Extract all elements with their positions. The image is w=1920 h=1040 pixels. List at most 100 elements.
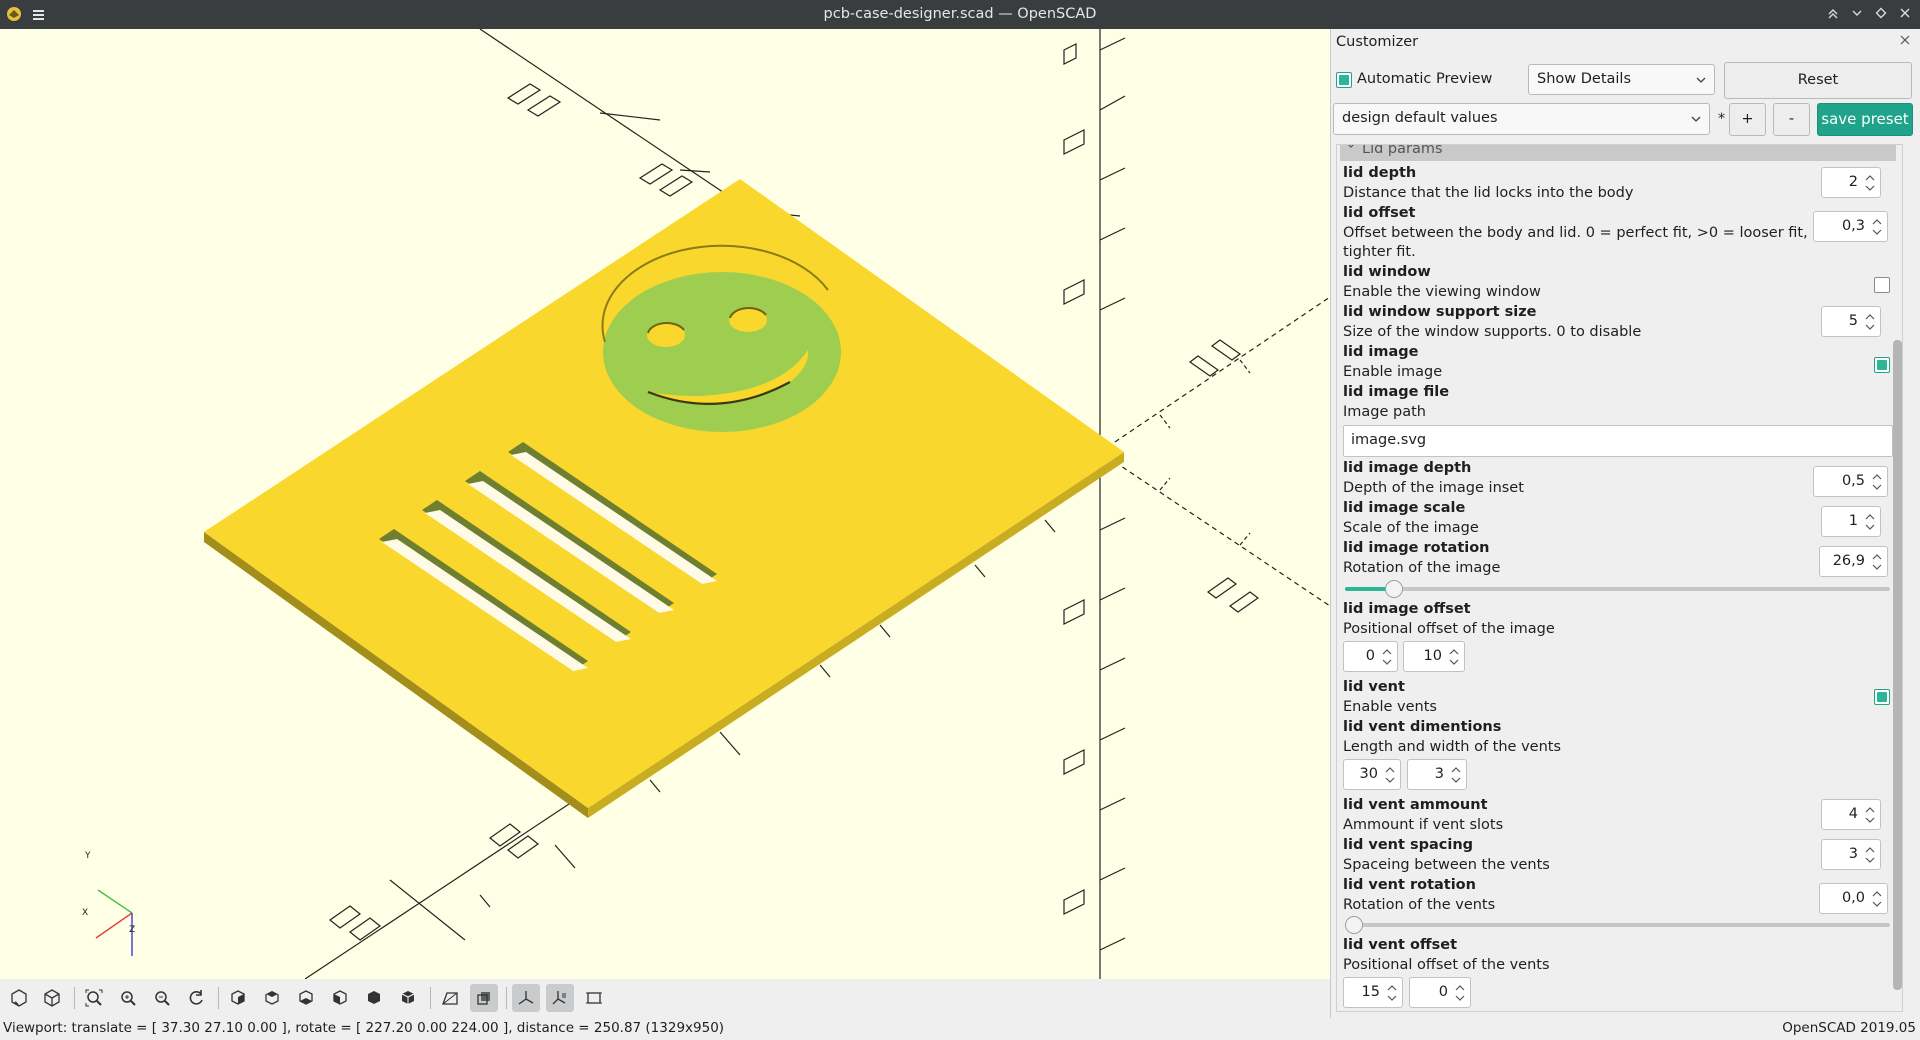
close-icon[interactable] [1895,5,1915,25]
axis-x-label: X [82,908,89,918]
param-description: Positional offset of the vents [1343,957,1550,973]
param-label: lid image depth [1343,460,1472,476]
input-value: image.svg [1351,432,1427,448]
preview-icon[interactable] [5,984,33,1012]
lid-image-offset-y-spinbox[interactable]: 10 [1403,641,1465,672]
view-back-icon[interactable] [394,984,422,1012]
param-description: Distance that the lid locks into the bod… [1343,185,1634,201]
window-title: pcb-case-designer.scad — OpenSCAD [823,6,1097,22]
spin-arrows-icon[interactable] [1864,312,1876,332]
add-preset-button[interactable]: + [1729,103,1766,136]
group-header-lid-params[interactable]: Lid params [1340,145,1896,161]
spinbox-value: 0,0 [1841,890,1865,906]
reset-view-icon[interactable] [182,984,210,1012]
spin-arrows-icon[interactable] [1454,983,1466,1003]
maximize-icon[interactable] [1871,5,1891,25]
view-all-icon[interactable] [80,984,108,1012]
view-bottom-icon[interactable] [292,984,320,1012]
zoom-out-icon[interactable] [148,984,176,1012]
spin-arrows-icon[interactable] [1871,217,1883,237]
spin-arrows-icon[interactable] [1871,472,1883,492]
automatic-preview-checkbox[interactable] [1336,72,1352,88]
spin-arrows-icon[interactable] [1871,552,1883,572]
lid-vent-spacing-spinbox[interactable]: 3 [1821,839,1881,870]
spin-arrows-icon[interactable] [1864,805,1876,825]
view-left-icon[interactable] [326,984,354,1012]
lid-image-offset-x-spinbox[interactable]: 0 [1343,641,1398,672]
reset-button[interactable]: Reset [1724,62,1912,99]
details-select[interactable]: Show Details [1528,64,1715,95]
render-icon[interactable] [38,984,66,1012]
show-edges-icon[interactable] [580,984,608,1012]
lid-image-scale-spinbox[interactable]: 1 [1821,506,1881,537]
spin-arrows-icon[interactable] [1386,983,1398,1003]
param-description: Enable image [1343,364,1443,380]
spin-arrows-icon[interactable] [1864,845,1876,865]
view-front-icon[interactable] [360,984,388,1012]
lid-vent-checkbox[interactable] [1874,689,1890,705]
show-scale-markers-icon[interactable] [546,984,574,1012]
preset-select[interactable]: design default values [1333,103,1710,135]
spinbox-value: 15 [1361,984,1380,1000]
zoom-in-icon[interactable] [114,984,142,1012]
param-description: Image path [1343,404,1426,420]
lid-image-rotation-spinbox[interactable]: 26,9 [1819,546,1888,577]
param-label: lid image offset [1343,601,1471,617]
param-label: lid window [1343,264,1431,280]
lid-vent-rotation-slider[interactable] [1345,916,1890,934]
viewport-status: Viewport: translate = [ 37.30 27.10 0.00… [3,1020,725,1036]
perspective-icon[interactable] [436,984,464,1012]
version-label: OpenSCAD 2019.05 [1782,1020,1916,1036]
slider-handle[interactable] [1345,916,1363,934]
lid-image-checkbox[interactable] [1874,357,1890,373]
spin-arrows-icon[interactable] [1384,765,1396,785]
remove-preset-button[interactable]: - [1773,103,1810,136]
minimize-icon[interactable] [1847,5,1867,25]
param-description: Enable the viewing window [1343,284,1541,300]
param-description: Scale of the image [1343,520,1479,536]
param-label: lid vent rotation [1343,877,1476,893]
view-right-icon[interactable] [224,984,252,1012]
slider-handle[interactable] [1385,580,1403,598]
spin-arrows-icon[interactable] [1864,512,1876,532]
param-label: lid image scale [1343,500,1466,516]
lid-vent-dimentions-y-spinbox[interactable]: 3 [1407,759,1467,790]
param-label: lid depth [1343,165,1417,181]
customizer-title: Customizer [1336,34,1419,50]
save-preset-button[interactable]: save preset [1817,103,1913,136]
param-description: Positional offset of the image [1343,621,1555,637]
spin-arrows-icon[interactable] [1864,173,1876,193]
shade-icon[interactable] [1823,5,1843,25]
param-label: lid window support size [1343,304,1537,320]
axis-gizmo [95,889,133,956]
lid-window-checkbox[interactable] [1874,277,1890,293]
spin-arrows-icon[interactable] [1871,889,1883,909]
view-top-icon[interactable] [258,984,286,1012]
spinbox-value: 0 [1438,984,1448,1000]
param-description: tighter fit. [1343,244,1416,260]
close-panel-icon[interactable] [1900,33,1910,49]
orthogonal-icon[interactable] [470,984,498,1012]
param-description: Ammount if vent slots [1343,817,1504,833]
lid-offset-spinbox[interactable]: 0,3 [1813,211,1888,242]
lid-vent-rotation-spinbox[interactable]: 0,0 [1819,883,1888,914]
spinbox-value: 0 [1365,648,1375,664]
spin-arrows-icon[interactable] [1381,647,1393,667]
show-axes-icon[interactable] [512,984,540,1012]
spin-arrows-icon[interactable] [1450,765,1462,785]
lid-vent-dimentions-x-spinbox[interactable]: 30 [1343,759,1401,790]
spin-arrows-icon[interactable] [1448,647,1460,667]
lid-window-support-size-spinbox[interactable]: 5 [1821,306,1881,337]
customizer-panel: Customizer Automatic Preview Show Detail… [1330,29,1920,1018]
3d-viewport[interactable]: Y X Z [0,29,1330,979]
lid-depth-spinbox[interactable]: 2 [1821,167,1881,198]
lid-image-depth-spinbox[interactable]: 0,5 [1813,466,1888,497]
lid-vent-offset-y-spinbox[interactable]: 0 [1409,977,1471,1008]
lid-vent-ammount-spinbox[interactable]: 4 [1821,799,1881,830]
status-bar: Viewport: translate = [ 37.30 27.10 0.00… [0,1018,1920,1040]
lid-image-file-input[interactable]: image.svg [1343,425,1893,457]
lid-image-rotation-slider[interactable] [1345,580,1890,598]
parameter-scrollbar[interactable] [1893,340,1902,990]
lid-vent-offset-x-spinbox[interactable]: 15 [1343,977,1403,1008]
spinbox-value: 0,3 [1841,218,1865,234]
